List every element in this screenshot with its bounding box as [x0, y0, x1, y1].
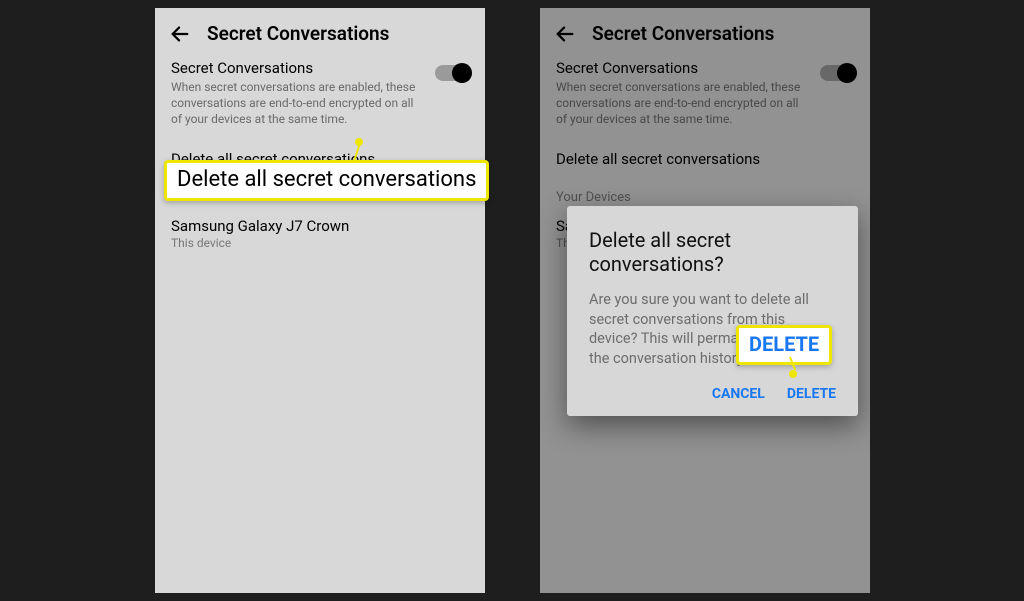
- toggle-title: Secret Conversations: [171, 59, 421, 77]
- devices-section-label: Your Devices: [155, 176, 485, 211]
- device-name: Samsung Galaxy J7 Crown: [171, 217, 469, 235]
- confirm-delete-dialog: Delete all secret conversations? Are you…: [567, 206, 858, 416]
- cancel-button[interactable]: CANCEL: [712, 386, 765, 402]
- delete-confirm-button[interactable]: DELETE: [787, 386, 836, 402]
- dialog-body: Are you sure you want to delete all secr…: [589, 290, 836, 368]
- toggle-subtitle: When secret conversations are enabled, t…: [171, 79, 421, 128]
- phone-screenshot-left: Secret Conversations Secret Conversation…: [155, 8, 485, 593]
- toggle-switch[interactable]: [435, 65, 469, 81]
- dialog-title: Delete all secret conversations?: [589, 228, 836, 276]
- page-title: Secret Conversations: [207, 22, 389, 45]
- delete-all-row[interactable]: Delete all secret conversations: [155, 138, 485, 176]
- back-arrow-icon[interactable]: [169, 23, 191, 45]
- device-subtitle: This device: [171, 236, 469, 250]
- appbar: Secret Conversations: [155, 8, 485, 55]
- secret-conversations-toggle-row[interactable]: Secret Conversations When secret convers…: [155, 55, 485, 138]
- device-row[interactable]: Samsung Galaxy J7 Crown This device: [155, 211, 485, 260]
- phone-screenshot-right: Secret Conversations Secret Conversation…: [540, 8, 870, 593]
